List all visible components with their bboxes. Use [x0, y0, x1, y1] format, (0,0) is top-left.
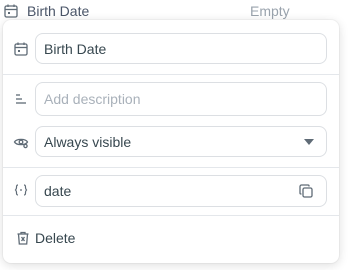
description-field[interactable]: [35, 82, 327, 116]
visibility-select[interactable]: Always visible: [35, 126, 327, 157]
trash-icon: [15, 230, 31, 246]
page: Birth Date Empty Birth Date Add descript…: [0, 0, 351, 270]
chevron-down-icon: [304, 138, 314, 145]
copy-icon[interactable]: [298, 183, 314, 199]
property-name-input[interactable]: [44, 40, 318, 57]
property-value[interactable]: Empty: [250, 2, 290, 20]
divider: [3, 74, 339, 75]
variable-braces-icon: [13, 182, 29, 198]
description-input[interactable]: [44, 91, 318, 107]
eye-settings-icon: [13, 134, 29, 150]
delete-label: Delete: [35, 230, 76, 246]
description-lines-icon: [13, 91, 29, 107]
property-row-birth-date[interactable]: Birth Date Empty: [0, 0, 351, 22]
property-key-field[interactable]: [35, 175, 327, 207]
property-name-field[interactable]: [35, 33, 327, 64]
visibility-selected-value: Always visible: [44, 133, 132, 150]
calendar-icon: [3, 3, 19, 19]
delete-property-button[interactable]: Delete: [3, 223, 339, 253]
property-label: Birth Date: [27, 3, 90, 19]
property-key-input[interactable]: [44, 183, 318, 199]
property-editor-popover: Always visible: [3, 20, 339, 263]
calendar-icon: [13, 41, 29, 57]
divider: [3, 167, 339, 168]
divider: [3, 215, 339, 216]
